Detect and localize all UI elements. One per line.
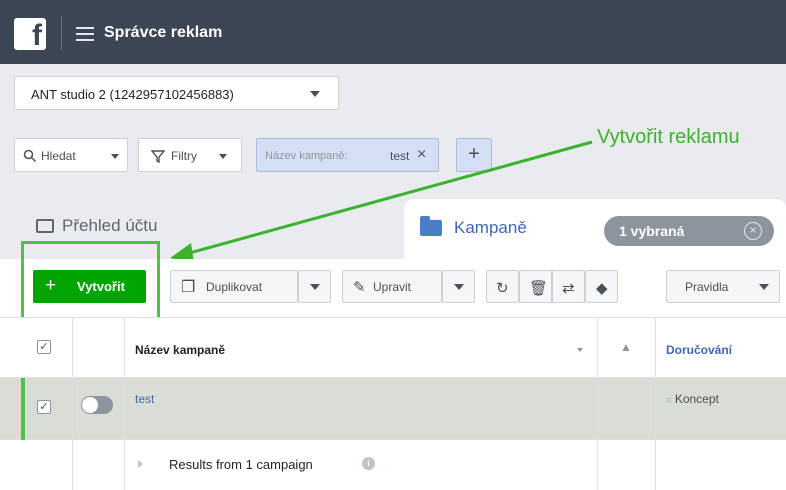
warning-icon: ▲ <box>620 340 632 354</box>
duplicate-label: Duplikovat <box>206 280 263 294</box>
selected-row-indicator <box>21 378 25 440</box>
preview-icon: ⇄ <box>562 280 575 297</box>
chevron-down-icon <box>310 284 320 290</box>
rules-label: Pravidla <box>685 280 729 294</box>
results-summary-row: Results from 1 campaign i <box>0 440 786 490</box>
column-header-name[interactable]: Název kampaně <box>135 343 225 357</box>
chip-value: test <box>390 149 410 163</box>
tag-icon: ◆ <box>596 280 608 297</box>
column-divider <box>124 317 125 490</box>
info-icon[interactable]: i <box>362 457 375 470</box>
table-row[interactable]: ✓ test ○ Koncept <box>0 378 786 440</box>
tag-button[interactable]: ◆ <box>585 270 618 303</box>
close-icon[interactable]: × <box>417 146 426 164</box>
rules-button[interactable]: Pravidla <box>666 270 780 303</box>
edit-dropdown[interactable] <box>442 270 475 303</box>
delivery-status: ○ Koncept <box>666 392 719 406</box>
tab-account-overview-label: Přehled účtu <box>62 216 158 235</box>
search-icon <box>23 149 37 163</box>
delivery-status-label: Koncept <box>674 392 719 406</box>
chevron-down-icon <box>111 154 119 159</box>
app-title: Správce reklam <box>104 24 223 41</box>
campaign-name-link[interactable]: test <box>135 392 154 406</box>
annotation-label: Vytvořit reklamu <box>597 126 740 148</box>
duplicate-button[interactable]: ❐ Duplikovat <box>170 270 298 303</box>
results-summary-label: Results from 1 campaign <box>169 457 313 472</box>
close-icon[interactable]: × <box>744 222 762 240</box>
column-header-delivery[interactable]: Doručování <box>666 343 732 357</box>
chevron-down-icon <box>454 284 464 290</box>
duplicate-icon: ❐ <box>181 279 196 296</box>
select-all-checkbox[interactable]: ✓ <box>37 340 51 354</box>
search-label: Hledat <box>41 149 76 163</box>
delete-button[interactable]: 🗑 <box>519 270 552 303</box>
search-button[interactable]: Hledat <box>14 138 128 172</box>
account-name: ANT studio 2 (1242957102456883) <box>31 87 234 102</box>
top-bar: f Správce reklam <box>0 0 786 64</box>
chip-key: Název kampaně: <box>265 150 348 162</box>
chevron-down-icon <box>310 91 320 97</box>
expand-caret-icon[interactable] <box>138 460 143 468</box>
topbar-divider <box>61 16 62 50</box>
filters-button[interactable]: Filtry <box>138 138 242 172</box>
chevron-down-icon <box>759 284 769 290</box>
add-filter-button[interactable]: + <box>456 138 492 172</box>
table-header-row: ✓ Název kampaně ▲ Doručování <box>0 317 786 378</box>
filters-label: Filtry <box>171 149 197 163</box>
account-overview-icon <box>36 219 54 233</box>
column-divider <box>597 317 598 490</box>
facebook-logo-icon[interactable]: f <box>14 18 46 50</box>
preview-button[interactable]: ⇄ <box>552 270 585 303</box>
tab-campaigns[interactable]: Kampaně <box>454 218 527 238</box>
folder-icon <box>420 216 442 236</box>
filter-icon <box>151 150 165 163</box>
trash-icon: 🗑 <box>529 280 549 297</box>
column-divider <box>72 317 73 490</box>
hamburger-menu-icon[interactable] <box>76 27 94 41</box>
duplicate-dropdown[interactable] <box>298 270 331 303</box>
status-dot-icon: ○ <box>666 395 675 406</box>
refresh-icon: ↻ <box>496 280 509 297</box>
account-selector[interactable]: ANT studio 2 (1242957102456883) <box>14 76 339 110</box>
edit-button[interactable]: ✎ Upravit <box>342 270 442 303</box>
campaign-toggle[interactable] <box>81 396 113 414</box>
chevron-down-icon <box>219 154 227 159</box>
highlight-box <box>21 241 160 323</box>
refresh-button[interactable]: ↻ <box>486 270 519 303</box>
campaign-name-filter-chip[interactable]: Název kampaně: test × <box>256 138 439 172</box>
pencil-icon: ✎ <box>353 279 366 296</box>
sort-caret-icon[interactable] <box>577 348 583 352</box>
row-checkbox[interactable]: ✓ <box>37 400 51 414</box>
selected-count-label: 1 vybraná <box>619 223 685 239</box>
column-divider <box>655 317 656 490</box>
edit-label: Upravit <box>373 280 412 294</box>
selected-count-pill: 1 vybraná × <box>604 216 774 246</box>
